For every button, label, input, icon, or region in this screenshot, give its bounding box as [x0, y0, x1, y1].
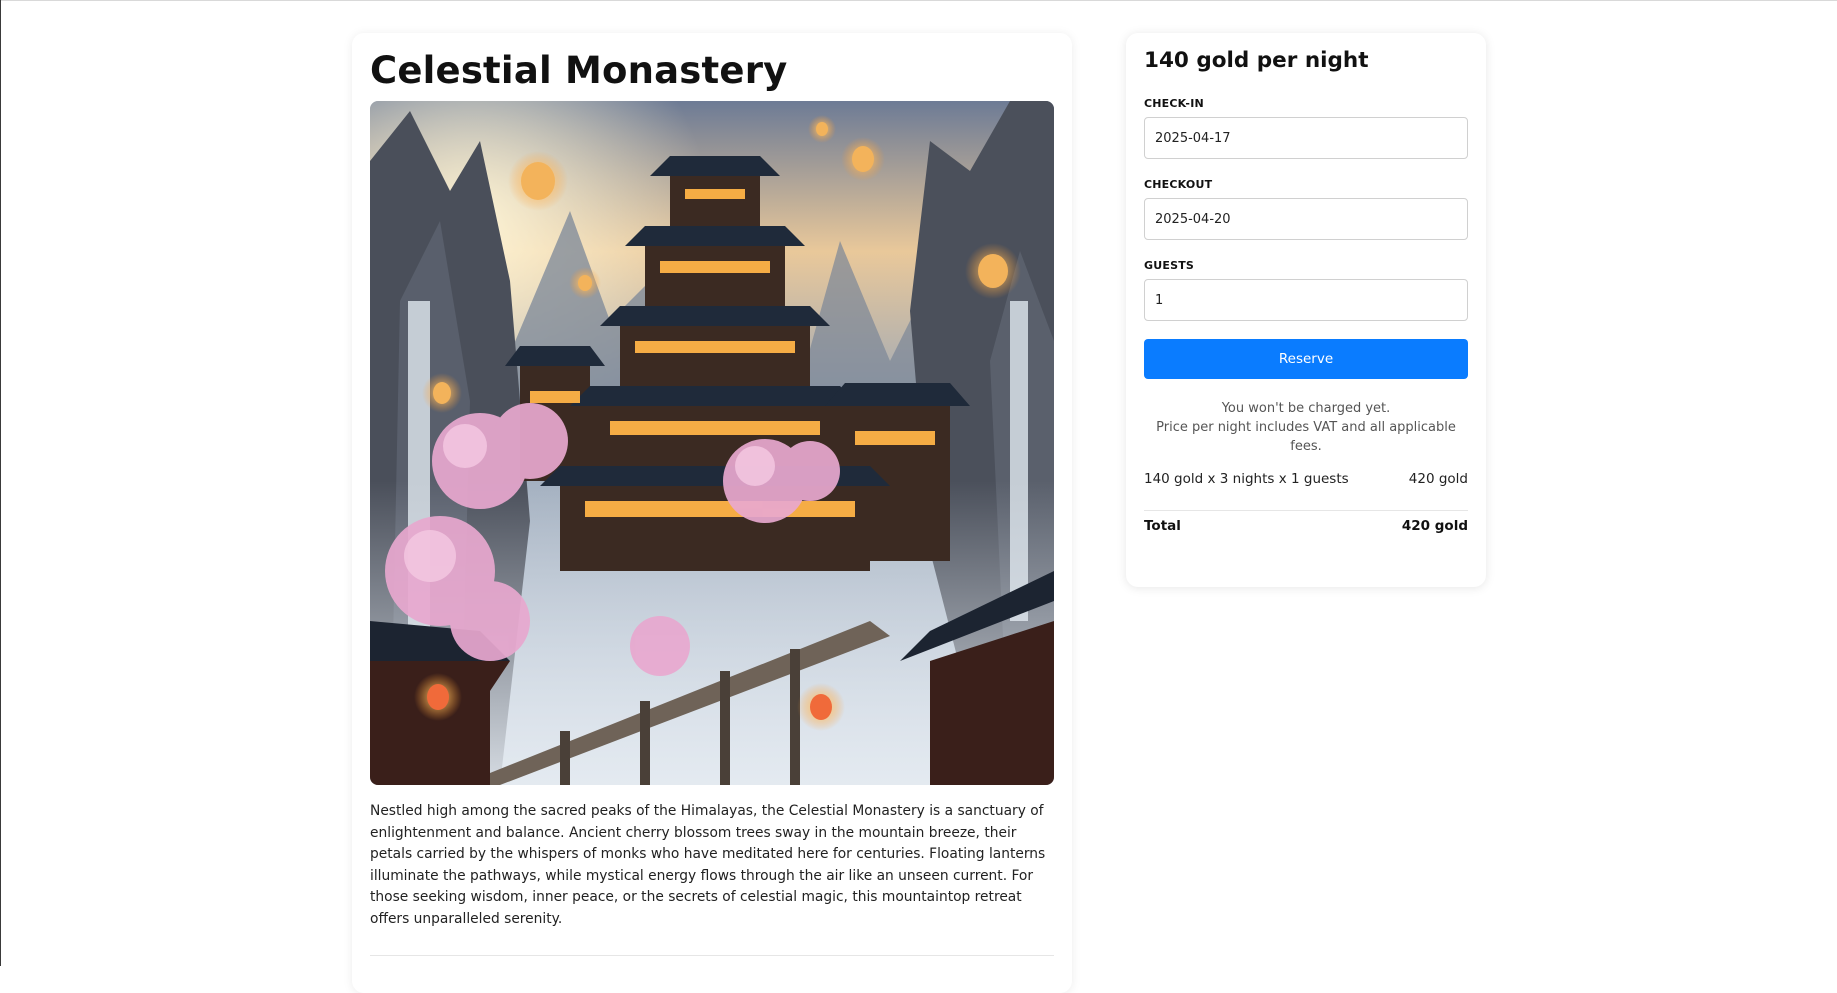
price-per-night: 140 gold per night — [1144, 48, 1369, 73]
listing-title: Celestial Monastery — [370, 49, 788, 92]
divider — [1144, 510, 1468, 511]
guests-label: GUESTS — [1144, 259, 1195, 272]
reserve-button[interactable]: Reserve — [1144, 339, 1468, 379]
listing-description: Nestled high among the sacred peaks of t… — [370, 803, 1046, 927]
divider — [370, 955, 1054, 956]
vat-note: Price per night includes VAT and all app… — [1156, 420, 1456, 454]
breakdown-amount: 420 gold — [1408, 471, 1468, 487]
checkout-label: CHECKOUT — [1144, 178, 1213, 191]
checkin-label: CHECK-IN — [1144, 97, 1204, 110]
checkout-date-input[interactable] — [1144, 198, 1468, 240]
not-charged-note: You won't be charged yet. — [1221, 401, 1391, 416]
total-amount: 420 gold — [1401, 518, 1468, 534]
price-breakdown-row: 140 gold x 3 nights x 1 guests 420 gold — [1144, 471, 1468, 487]
checkin-date-input[interactable] — [1144, 117, 1468, 159]
listing-card: Celestial Monastery Nestled high among t… — [352, 33, 1072, 993]
breakdown-label: 140 gold x 3 nights x 1 guests — [1144, 471, 1349, 487]
guests-input[interactable] — [1144, 279, 1468, 321]
top-border — [0, 0, 1837, 1]
listing-photo — [370, 101, 1054, 785]
total-label: Total — [1144, 518, 1181, 534]
booking-card: 140 gold per night CHECK-IN CHECKOUT GUE… — [1126, 33, 1486, 587]
booking-note: You won't be charged yet. Price per nigh… — [1144, 399, 1468, 456]
total-row: Total 420 gold — [1144, 518, 1468, 534]
left-border — [0, 0, 1, 966]
